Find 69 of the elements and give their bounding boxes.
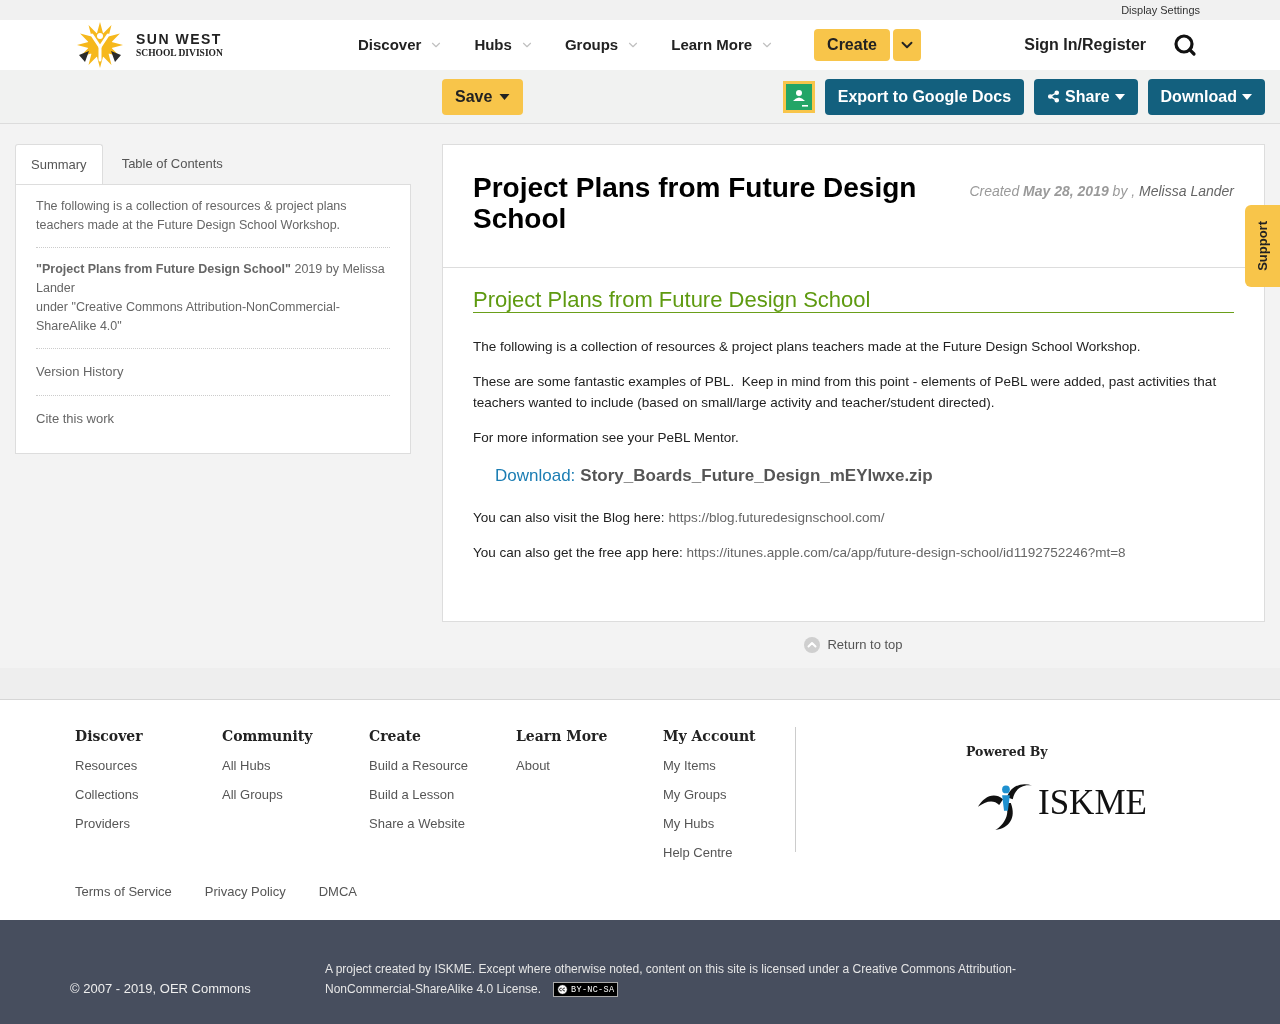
nav-menu-item[interactable]: Hubs: [474, 33, 534, 57]
download-button[interactable]: Download: [1147, 78, 1265, 115]
copyright-text: © 2007 - 2019, OER Commons: [70, 980, 252, 998]
footer-link[interactable]: Resources: [75, 751, 222, 780]
support-tab[interactable]: Support: [1245, 205, 1280, 287]
classroom-icon[interactable]: [782, 80, 815, 113]
summary-text: The following is a collection of resources & project plans teachers made at the Future Design School Workshop.: [36, 198, 348, 234]
footer-link[interactable]: Share a Website: [369, 809, 516, 838]
footer-link[interactable]: Providers: [75, 809, 222, 838]
sidebar-tab[interactable]: Table of Contents: [102, 144, 242, 184]
legal-link[interactable]: DMCA: [318, 877, 357, 906]
footer-link[interactable]: About: [516, 751, 663, 780]
share-icon: [1047, 90, 1061, 103]
partner-logo-text: ISKME: [1038, 783, 1147, 823]
footer-heading: Create: [369, 727, 422, 746]
sidebar-tab[interactable]: Summary: [15, 144, 103, 184]
download-link[interactable]: Download:: [495, 462, 576, 490]
logo-subtitle: SCHOOL DIVISION: [136, 47, 223, 59]
body-paragraph: These are some fantastic examples of PBL. Keep in mind from this point - elements of PeBL were added, past activities that teachers wanted to include (based on small/large activity and teacher/student directed).: [473, 373, 1218, 412]
footer-link[interactable]: My Hubs: [663, 809, 795, 838]
create-button[interactable]: Create: [814, 29, 890, 61]
powered-by-label: Powered By: [966, 744, 1049, 760]
footer-link[interactable]: Help Centre: [663, 838, 795, 867]
section-heading: Project Plans from Future Design School: [473, 288, 1234, 313]
link-sentence: You can also get the free app here: https://itunes.apple.com/ca/app/future-design-school/id1192752246?mt=8: [473, 544, 1127, 562]
footer-heading: Community: [222, 727, 314, 746]
attribution-text: under "Creative Commons Attribution-NonCommercial-ShareAlike 4.0": [36, 299, 341, 335]
footer-link[interactable]: My Groups: [663, 780, 795, 809]
legal-link[interactable]: Privacy Policy: [204, 877, 286, 906]
logo-title: SUN WEST: [136, 31, 223, 47]
cc-icon: [557, 984, 569, 996]
sidebar-link[interactable]: Version History: [36, 364, 124, 379]
resource-title: Project Plans from Future Design School: [473, 172, 918, 234]
url-link[interactable]: https://blog.futuredesignschool.com/: [668, 510, 885, 525]
display-settings-link[interactable]: Display Settings: [1121, 3, 1200, 17]
link-sentence: You can also visit the Blog here: https://blog.futuredesignschool.com/: [473, 509, 886, 527]
nav-menu-item[interactable]: Learn More: [671, 33, 775, 57]
file-name-link[interactable]: Story_Boards_Future_Design_mEYlwxe.zip: [580, 462, 933, 490]
created-meta: Created May 28, 2019 by , Melissa Lander: [969, 183, 1234, 199]
legal-link[interactable]: Terms of Service: [75, 877, 172, 906]
chevron-up-circle-icon: [804, 637, 821, 653]
return-to-top-link[interactable]: Return to top: [804, 637, 903, 653]
nav-menu-item[interactable]: Discover: [358, 33, 444, 57]
body-paragraph: The following is a collection of resources & project plans teachers made at the Future Design School Workshop.: [473, 338, 1142, 356]
footer-link[interactable]: Collections: [75, 780, 222, 809]
sign-in-link[interactable]: Sign In/Register: [1024, 33, 1146, 57]
footer-heading: Discover: [75, 727, 144, 746]
body-paragraph: For more information see your PeBL Mentor.: [473, 429, 740, 447]
footer-link[interactable]: Build a Lesson: [369, 780, 516, 809]
license-badge[interactable]: BY-NC-SA: [553, 982, 619, 998]
footer-link[interactable]: All Groups: [222, 780, 369, 809]
footer-link[interactable]: Build a Resource: [369, 751, 516, 780]
caret-icon: [1242, 93, 1252, 100]
footer-link[interactable]: My Items: [663, 751, 795, 780]
save-button[interactable]: Save: [442, 78, 524, 115]
footer-heading: Learn More: [516, 727, 609, 746]
sidebar-link[interactable]: Cite this work: [36, 411, 115, 426]
license-text: A project created by ISKME. Except where otherwise noted, content on this site is licensed under a Creative Commons Attribution-NonCommercial-ShareAlike 4.0 License. BY-NC-SA: [325, 961, 1017, 999]
search-icon[interactable]: [1173, 33, 1197, 57]
author-link[interactable]: Melissa Lander: [1139, 183, 1234, 199]
share-button[interactable]: Share: [1034, 78, 1138, 115]
create-menu-toggle[interactable]: [892, 29, 921, 61]
footer-heading: My Account: [663, 727, 757, 746]
footer-link[interactable]: All Hubs: [222, 751, 369, 780]
nav-menu-item[interactable]: Groups: [564, 33, 641, 57]
url-link[interactable]: https://itunes.apple.com/ca/app/future-design-school/id1192752246?mt=8: [686, 545, 1126, 560]
caret-icon: [499, 93, 511, 100]
export-button[interactable]: Export to Google Docs: [824, 78, 1025, 115]
caret-icon: [1114, 93, 1125, 100]
